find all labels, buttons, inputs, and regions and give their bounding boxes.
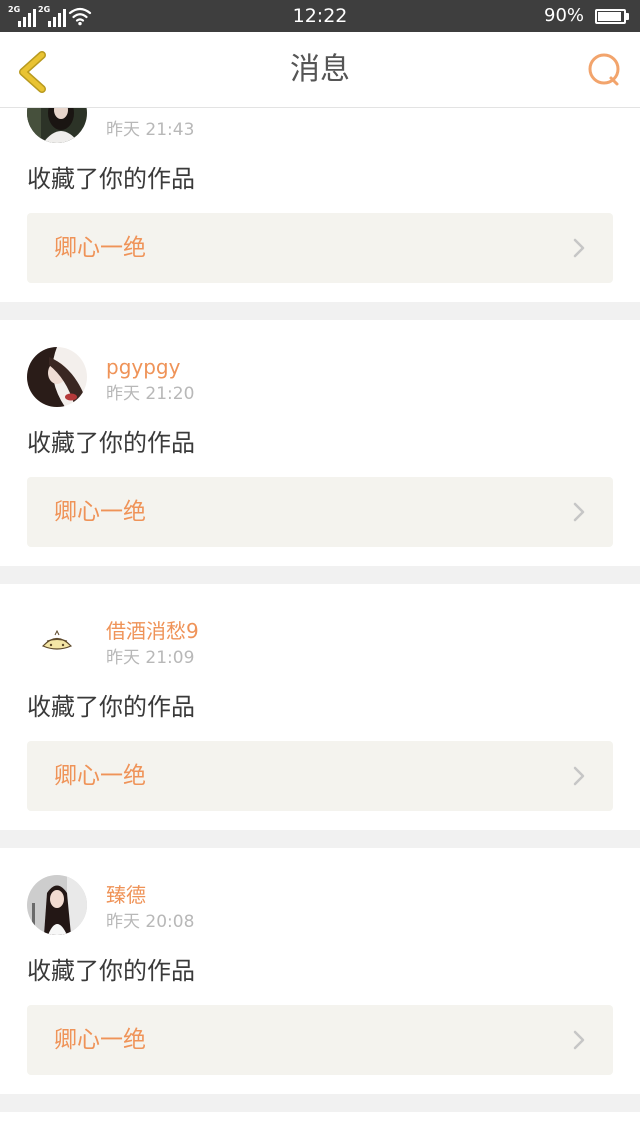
- chevron-right-icon: [573, 502, 585, 522]
- message-text: 收藏了你的作品: [27, 429, 195, 457]
- chevron-right-icon: [573, 766, 585, 786]
- status-bar: 2G 2G 12:22 90%: [0, 0, 640, 32]
- page-title: 消息: [290, 52, 350, 87]
- chevron-right-icon: [573, 238, 585, 258]
- work-link[interactable]: 卿心一绝: [27, 213, 613, 283]
- message-text: 收藏了你的作品: [27, 693, 195, 721]
- avatar[interactable]: [27, 108, 87, 143]
- nav-header: 消息: [0, 32, 640, 108]
- work-title: 卿心一绝: [54, 499, 146, 525]
- list-item: 借酒消愁9 昨天 21:09 收藏了你的作品 卿心一绝: [0, 584, 640, 830]
- message-list[interactable]: 昨天 21:43 收藏了你的作品 卿心一绝 pgypgy 昨天 21:20 收藏…: [0, 108, 640, 1138]
- search-icon[interactable]: [586, 52, 622, 88]
- work-link[interactable]: 卿心一绝: [27, 741, 613, 811]
- battery-icon: [595, 9, 626, 24]
- message-time: 昨天 21:43: [106, 120, 195, 140]
- work-link[interactable]: 卿心一绝: [27, 477, 613, 547]
- message-time: 昨天 21:09: [106, 648, 195, 668]
- work-title: 卿心一绝: [54, 235, 146, 261]
- username[interactable]: pgypgy: [106, 356, 180, 378]
- avatar[interactable]: [27, 875, 87, 935]
- message-text: 收藏了你的作品: [27, 165, 195, 193]
- list-item: 臻德 昨天 20:08 收藏了你的作品 卿心一绝: [0, 848, 640, 1094]
- work-title: 卿心一绝: [54, 763, 146, 789]
- battery-nub: [626, 13, 629, 20]
- username[interactable]: 臻德: [106, 884, 146, 906]
- username[interactable]: 借酒消愁9: [106, 620, 199, 642]
- message-time: 昨天 21:20: [106, 384, 195, 404]
- work-link[interactable]: 卿心一绝: [27, 1005, 613, 1075]
- avatar[interactable]: [27, 611, 87, 671]
- work-title: 卿心一绝: [54, 1027, 146, 1053]
- list-item-partial: [0, 1112, 640, 1138]
- list-item: 昨天 21:43 收藏了你的作品 卿心一绝: [0, 108, 640, 302]
- message-time: 昨天 20:08: [106, 912, 195, 932]
- chevron-right-icon: [573, 1030, 585, 1050]
- battery-percent: 90%: [544, 5, 585, 26]
- list-item: pgypgy 昨天 21:20 收藏了你的作品 卿心一绝: [0, 320, 640, 566]
- avatar[interactable]: [27, 347, 87, 407]
- message-text: 收藏了你的作品: [27, 957, 195, 985]
